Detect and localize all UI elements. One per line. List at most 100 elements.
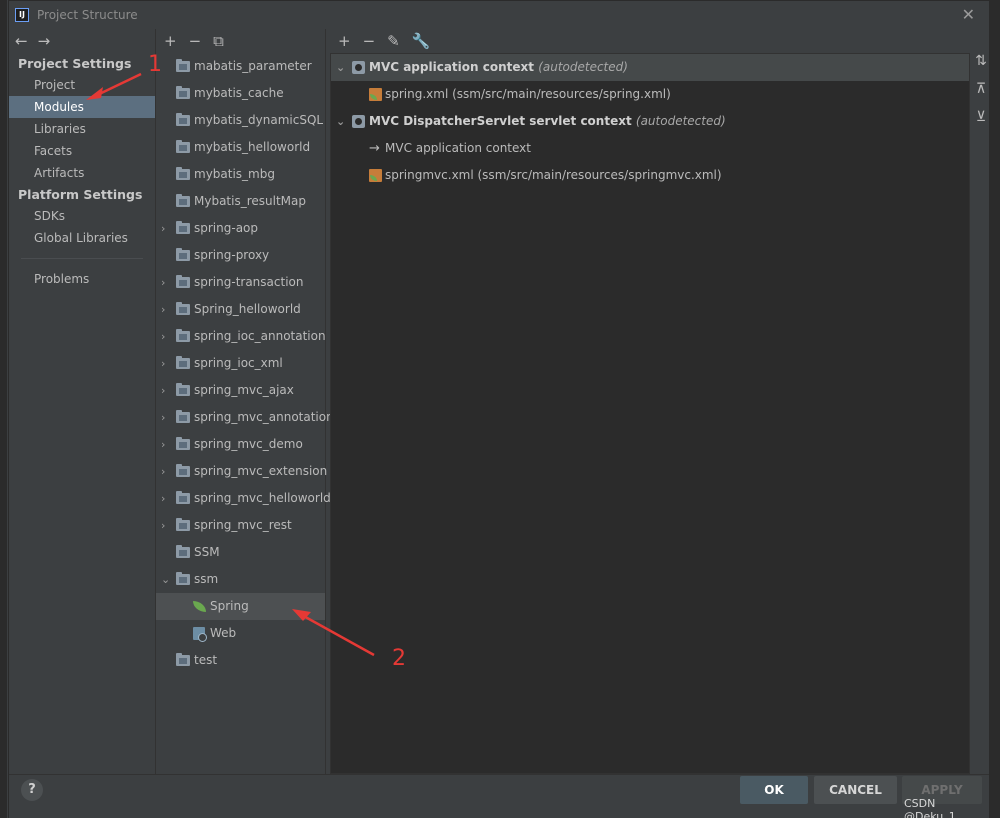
chevron-right-icon[interactable]: › xyxy=(161,431,165,458)
context-child-label: springmvc.xml (ssm/src/main/resources/sp… xyxy=(385,168,722,182)
module-row[interactable]: › spring_mvc_annotation xyxy=(156,404,334,431)
module-tree: + − ⧉ mabatis_parameter mybatis_cachemyba… xyxy=(156,29,334,774)
tree-row-label: mybatis_dynamicSQL xyxy=(194,113,324,127)
module-row[interactable]: › spring_ioc_xml xyxy=(156,350,325,377)
ok-button[interactable]: OK xyxy=(740,776,808,804)
context-list: ⌄ MVC application context (autodetected) s… xyxy=(330,53,970,774)
tree-row-label: Spring_helloworld xyxy=(194,302,301,316)
background-editor-left xyxy=(0,0,8,818)
module-folder-icon xyxy=(176,518,190,531)
context-name: MVC application context xyxy=(369,60,534,74)
tree-row-label: spring_mvc_helloworld xyxy=(194,491,331,505)
arrow-right-icon: → xyxy=(369,141,380,156)
chevron-down-icon[interactable]: ⌄ xyxy=(161,566,170,593)
chevron-right-icon[interactable]: › xyxy=(161,458,165,485)
copy-module-icon[interactable]: ⧉ xyxy=(213,32,224,50)
tree-row-label: mybatis_cache xyxy=(194,86,284,100)
module-folder-icon xyxy=(176,653,190,666)
spring-context-icon xyxy=(352,115,365,128)
chevron-right-icon[interactable]: › xyxy=(161,485,165,512)
module-row[interactable]: ⌄ ssm xyxy=(156,566,325,593)
module-row[interactable]: mybatis_helloworld xyxy=(156,134,325,161)
module-row[interactable]: spring-proxy xyxy=(156,242,325,269)
module-folder-icon xyxy=(176,491,190,504)
chevron-right-icon[interactable]: › xyxy=(161,512,165,539)
arrow-left-icon[interactable]: ← xyxy=(15,32,28,50)
facet-content: + − ✎ 🔧 ⌄ MVC application context (autode… xyxy=(330,29,970,774)
chevron-right-icon[interactable]: › xyxy=(161,404,165,431)
module-folder-icon xyxy=(176,113,190,126)
help-button[interactable]: ? xyxy=(21,779,43,801)
chevron-right-icon[interactable]: › xyxy=(161,377,165,404)
module-row[interactable]: mabatis_parameter xyxy=(156,53,325,80)
context-reference-row[interactable]: → MVC application context xyxy=(331,135,969,162)
platform-settings-heading: Platform Settings xyxy=(18,187,143,202)
module-row[interactable]: › spring_ioc_annotation xyxy=(156,323,326,350)
chevron-down-icon[interactable]: ⌄ xyxy=(336,54,345,81)
context-header[interactable]: ⌄ MVC application context (autodetected) xyxy=(331,54,969,81)
config-file-row[interactable]: springmvc.xml (ssm/src/main/resources/sp… xyxy=(331,162,969,189)
tree-row-label: spring_mvc_ajax xyxy=(194,383,294,397)
nav-item-problems[interactable]: Problems xyxy=(9,268,155,290)
chevron-right-icon[interactable]: › xyxy=(161,215,165,242)
chevron-right-icon[interactable]: › xyxy=(161,269,165,296)
module-row[interactable]: › spring_mvc_demo xyxy=(156,431,325,458)
tree-row-label: spring-proxy xyxy=(194,248,270,262)
nav-item-global-libraries[interactable]: Global Libraries xyxy=(9,227,155,249)
facet-row[interactable]: Spring xyxy=(156,593,325,620)
nav-divider xyxy=(21,258,143,259)
module-row[interactable]: › spring_mvc_helloworld xyxy=(156,485,331,512)
cancel-button[interactable]: CANCEL xyxy=(814,776,897,804)
tree-row-label: spring_mvc_extension xyxy=(194,464,328,478)
chevron-right-icon[interactable]: › xyxy=(161,350,165,377)
module-row[interactable]: › spring-aop xyxy=(156,215,325,242)
collapse-all-icon[interactable]: ⊻ xyxy=(971,109,991,137)
module-folder-icon xyxy=(176,545,190,558)
add-context-icon[interactable]: + xyxy=(338,32,351,50)
tree-row-label: spring_ioc_xml xyxy=(194,356,283,370)
module-row[interactable]: › Spring_helloworld xyxy=(156,296,325,323)
web-facet-icon xyxy=(193,627,207,642)
module-folder-icon xyxy=(176,194,190,207)
nav-item-sdks[interactable]: SDKs xyxy=(9,205,155,227)
expand-all-icon[interactable]: ⊼ xyxy=(971,81,991,109)
remove-module-icon[interactable]: − xyxy=(189,32,202,50)
background-editor-right xyxy=(990,28,1000,773)
tree-row-label: spring-aop xyxy=(194,221,259,235)
module-folder-icon xyxy=(176,572,190,585)
module-row[interactable]: test xyxy=(156,647,325,674)
wrench-icon[interactable]: 🔧 xyxy=(412,32,431,50)
config-file-row[interactable]: spring.xml (ssm/src/main/resources/sprin… xyxy=(331,81,969,108)
module-folder-icon xyxy=(176,248,190,261)
add-module-icon[interactable]: + xyxy=(164,32,177,50)
arrow-right-icon[interactable]: → xyxy=(38,32,51,50)
context-header[interactable]: ⌄ MVC DispatcherServlet servlet context (… xyxy=(331,108,969,135)
nav-item-artifacts[interactable]: Artifacts xyxy=(9,162,155,184)
module-row[interactable]: › spring_mvc_extension xyxy=(156,458,328,485)
chevron-right-icon[interactable]: › xyxy=(161,296,165,323)
chevron-down-icon[interactable]: ⌄ xyxy=(336,108,345,135)
nav-item-modules[interactable]: Modules xyxy=(9,96,155,118)
module-row[interactable]: › spring-transaction xyxy=(156,269,325,296)
module-row[interactable]: mybatis_dynamicSQL xyxy=(156,107,325,134)
module-row[interactable]: › spring_mvc_ajax xyxy=(156,377,325,404)
module-folder-icon xyxy=(176,356,190,369)
module-row[interactable]: SSM xyxy=(156,539,325,566)
nav-item-libraries[interactable]: Libraries xyxy=(9,118,155,140)
module-row[interactable]: › spring_mvc_rest xyxy=(156,512,325,539)
sort-icon[interactable]: ⇅ xyxy=(971,53,991,81)
chevron-right-icon[interactable]: › xyxy=(161,323,165,350)
facet-row[interactable]: Web xyxy=(156,620,325,647)
module-row[interactable]: mybatis_mbg xyxy=(156,161,325,188)
module-row[interactable]: Mybatis_resultMap xyxy=(156,188,325,215)
project-settings-heading: Project Settings xyxy=(18,56,132,71)
module-folder-icon xyxy=(176,329,190,342)
module-row[interactable]: mybatis_cache xyxy=(156,80,325,107)
tree-row-label: spring_ioc_annotation xyxy=(194,329,326,343)
nav-item-facets[interactable]: Facets xyxy=(9,140,155,162)
close-icon[interactable]: ✕ xyxy=(962,5,975,24)
nav-item-project[interactable]: Project xyxy=(9,74,155,96)
remove-context-icon[interactable]: − xyxy=(363,32,376,50)
edit-context-icon[interactable]: ✎ xyxy=(387,32,400,50)
tree-row-label: mybatis_mbg xyxy=(194,167,275,181)
